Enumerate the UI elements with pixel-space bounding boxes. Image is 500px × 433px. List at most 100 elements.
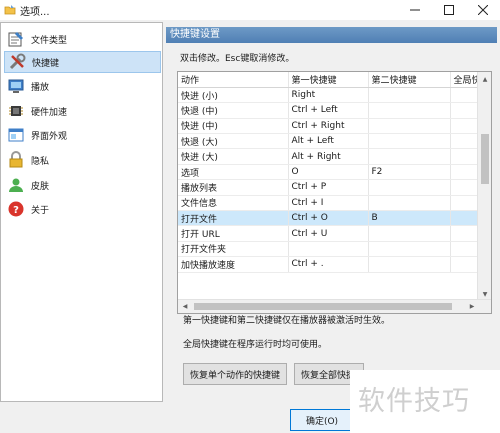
note-player-active: 第一快捷键和第二快捷键仅在播放器被激活时生效。 [183,316,391,326]
sidebar-item-playback[interactable]: 播放 [4,75,161,97]
hardware-chip-icon [9,106,23,116]
scrollbar-thumb[interactable] [481,134,489,184]
table-row[interactable]: 快进 (大) Alt + Right [178,148,478,165]
sidebar-item-appearance[interactable]: 界面外观 [4,124,161,146]
close-button[interactable] [466,0,500,20]
column-header-key1[interactable]: 第一快捷键 [288,72,369,88]
maximize-button[interactable] [432,0,466,20]
table-row[interactable]: 文件信息 Ctrl + I [178,195,478,212]
cell-global[interactable] [450,133,478,150]
sidebar-item-shortcuts[interactable]: 快捷键 [4,51,161,73]
sidebar-item-label: 文件类型 [31,35,68,46]
cell-key2[interactable]: B [368,210,451,227]
cell-key1[interactable]: Right [288,87,369,104]
shortcut-tools-icon [9,53,26,70]
cell-action[interactable]: 加快播放速度 [178,256,289,273]
cell-key2[interactable] [368,256,451,273]
cell-key1[interactable]: Alt + Left [288,133,369,150]
cell-action[interactable]: 播放列表 [178,179,289,196]
cell-action[interactable]: 快进 (小) [178,87,289,104]
cell-key2[interactable] [368,133,451,150]
cell-global[interactable] [450,179,478,196]
ok-button[interactable]: 确定(O) [290,409,354,431]
cell-action[interactable]: 选项 [178,164,289,181]
cell-action[interactable]: 快退 (中) [178,102,289,119]
cell-key2[interactable] [368,118,451,135]
cell-global[interactable] [450,148,478,165]
cell-key1[interactable] [288,241,369,258]
table-row[interactable]: 打开文件夹 [178,241,478,258]
cell-key2[interactable] [368,102,451,119]
cell-key2[interactable] [368,148,451,165]
cell-key2[interactable] [368,241,451,258]
svg-text:?: ? [13,205,19,216]
cell-global[interactable] [450,118,478,135]
sidebar-item-file-types[interactable]: 文件类型 [4,28,161,50]
cell-global[interactable] [450,102,478,119]
cell-global[interactable] [450,210,478,227]
table-row[interactable]: 快进 (中) Ctrl + Right [178,118,478,135]
cell-key2[interactable] [368,225,451,242]
vertical-scrollbar[interactable]: ▲ ▼ [477,72,491,301]
column-header-global[interactable]: 全局快 [450,72,478,88]
cell-global[interactable] [450,87,478,104]
table-row[interactable]: 快进 (小) Right [178,87,478,104]
minimize-icon [410,9,420,11]
table-row[interactable]: 选项 O F2 [178,164,478,181]
minimize-button[interactable] [398,0,432,20]
cell-key1[interactable]: Ctrl + Left [288,102,369,119]
maximize-icon [444,5,454,15]
cell-action[interactable]: 打开 URL [178,225,289,242]
cell-key1[interactable]: Alt + Right [288,148,369,165]
sidebar-item-privacy[interactable]: 隐私 [4,149,161,171]
cell-key1[interactable]: Ctrl + Right [288,118,369,135]
cell-action[interactable]: 快进 (大) [178,148,289,165]
cell-key2[interactable]: F2 [368,164,451,181]
cell-key2[interactable] [368,195,451,212]
shortcuts-panel: 快捷键设置 双击修改。Esc键取消修改。 动作 第一快捷键 第二快捷键 全局快 … [166,27,497,402]
column-header-key2[interactable]: 第二快捷键 [368,72,451,88]
table-row[interactable]: 快退 (中) Ctrl + Left [178,102,478,119]
cell-global[interactable] [450,195,478,212]
reset-single-shortcut-button[interactable]: 恢复单个动作的快捷键 [183,363,287,385]
scrollbar-thumb[interactable] [194,303,452,310]
sidebar-item-label: 界面外观 [31,131,68,142]
scroll-left-icon[interactable]: ◀ [178,300,192,313]
table-row[interactable]: 打开文件 Ctrl + OB [178,210,478,227]
sidebar-item-skin[interactable]: 皮肤 [4,174,161,196]
cell-key1[interactable]: O [288,164,369,181]
sidebar-item-label: 硬件加速 [31,107,68,118]
cell-key2[interactable] [368,179,451,196]
horizontal-scrollbar[interactable]: ◀ ▶ [178,299,491,313]
skin-user-icon [9,178,23,192]
cell-key1[interactable]: Ctrl + U [288,225,369,242]
table-row[interactable]: 加快播放速度 Ctrl + . [178,256,478,273]
scroll-up-icon[interactable]: ▲ [478,72,491,86]
sidebar-item-about[interactable]: ? 关于 [4,198,161,220]
sidebar-item-hardware[interactable]: 硬件加速 [4,100,161,122]
cell-key1[interactable]: Ctrl + O [288,210,369,227]
shortcut-table[interactable]: 动作 第一快捷键 第二快捷键 全局快 快进 (小)Right快退 (中)Ctrl… [177,71,492,314]
scroll-right-icon[interactable]: ▶ [465,300,479,313]
sidebar-item-label: 皮肤 [31,181,50,192]
cell-action[interactable]: 打开文件 [178,210,289,227]
cell-action[interactable]: 快退 (大) [178,133,289,150]
table-row[interactable]: 播放列表 Ctrl + P [178,179,478,196]
cell-action[interactable]: 快进 (中) [178,118,289,135]
app-icon [4,5,16,15]
cell-key1[interactable]: Ctrl + . [288,256,369,273]
column-header-action[interactable]: 动作 [178,72,289,88]
sidebar-item-label: 播放 [31,82,50,93]
cell-global[interactable] [450,225,478,242]
cell-action[interactable]: 文件信息 [178,195,289,212]
watermark: 软件技巧 [350,370,500,433]
cell-key2[interactable] [368,87,451,104]
cell-global[interactable] [450,256,478,273]
table-row[interactable]: 快退 (大) Alt + Left [178,133,478,150]
cell-global[interactable] [450,164,478,181]
table-row[interactable]: 打开 URL Ctrl + U [178,225,478,242]
cell-global[interactable] [450,241,478,258]
cell-key1[interactable]: Ctrl + P [288,179,369,196]
cell-key1[interactable]: Ctrl + I [288,195,369,212]
cell-action[interactable]: 打开文件夹 [178,241,289,258]
